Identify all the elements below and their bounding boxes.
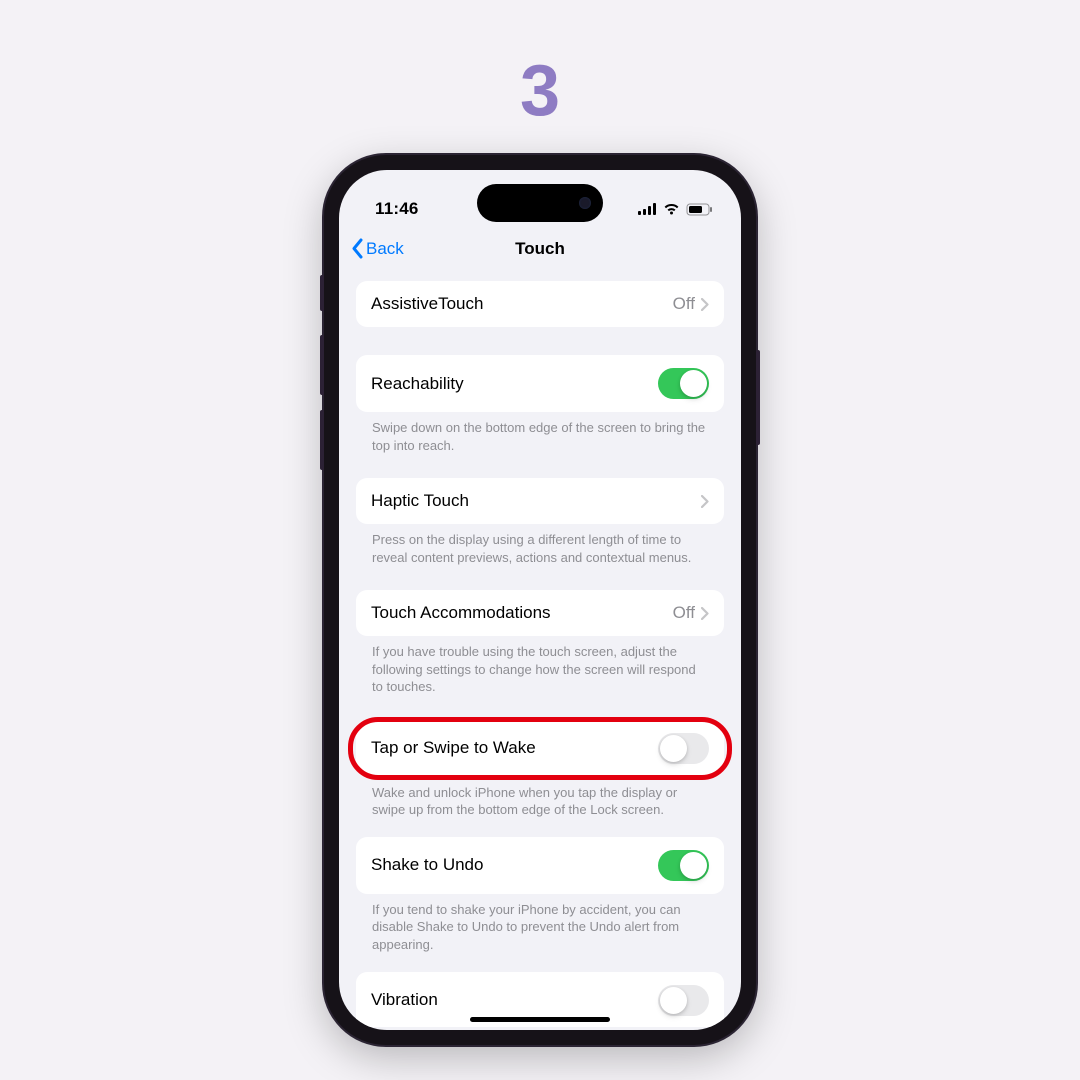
vibration-toggle[interactable] (658, 985, 709, 1016)
footer-text: Wake and unlock iPhone when you tap the … (356, 777, 724, 819)
dynamic-island (477, 184, 603, 222)
chevron-right-icon (701, 495, 709, 508)
row-label: Haptic Touch (371, 491, 469, 511)
row-value: Off (673, 294, 695, 314)
row-label: AssistiveTouch (371, 294, 483, 314)
footer-text: Press on the display using a different l… (356, 524, 724, 566)
chevron-right-icon (701, 298, 709, 311)
footer-text: If you have trouble using the touch scre… (356, 636, 724, 696)
step-number: 3 (520, 50, 560, 132)
row-label: Touch Accommodations (371, 603, 551, 623)
silence-switch (320, 275, 324, 311)
row-tap-swipe-to-wake[interactable]: Tap or Swipe to Wake (356, 720, 724, 777)
chevron-right-icon (701, 607, 709, 620)
tap-to-wake-toggle[interactable] (658, 733, 709, 764)
row-touch-accommodations[interactable]: Touch Accommodations Off (356, 590, 724, 636)
row-label: Vibration (371, 990, 438, 1010)
nav-title: Touch (515, 239, 565, 259)
row-label: Tap or Swipe to Wake (371, 738, 536, 758)
power-button (756, 350, 760, 445)
footer-text: If you tend to shake your iPhone by acci… (356, 894, 724, 954)
nav-bar: Back Touch (339, 228, 741, 267)
battery-icon (686, 203, 713, 216)
content: AssistiveTouch Off Reachability Swipe do… (339, 267, 741, 1027)
chevron-left-icon (351, 238, 364, 259)
row-label: Shake to Undo (371, 855, 483, 875)
home-indicator[interactable] (470, 1017, 610, 1022)
row-value: Off (673, 603, 695, 623)
shake-to-undo-toggle[interactable] (658, 850, 709, 881)
wifi-icon (663, 203, 680, 215)
back-label: Back (366, 239, 404, 259)
volume-up-button (320, 335, 324, 395)
reachability-toggle[interactable] (658, 368, 709, 399)
screen: 11:46 Back Touch AssistiveTouch Off (339, 170, 741, 1030)
volume-down-button (320, 410, 324, 470)
row-reachability[interactable]: Reachability (356, 355, 724, 412)
cellular-icon (638, 203, 657, 215)
footer-text: Swipe down on the bottom edge of the scr… (356, 412, 724, 454)
row-haptic-touch[interactable]: Haptic Touch (356, 478, 724, 524)
status-time: 11:46 (375, 199, 419, 219)
row-shake-to-undo[interactable]: Shake to Undo (356, 837, 724, 894)
row-assistivetouch[interactable]: AssistiveTouch Off (356, 281, 724, 327)
back-button[interactable]: Back (351, 238, 404, 259)
camera-icon (579, 197, 591, 209)
phone-frame: 11:46 Back Touch AssistiveTouch Off (324, 155, 756, 1045)
row-label: Reachability (371, 374, 464, 394)
